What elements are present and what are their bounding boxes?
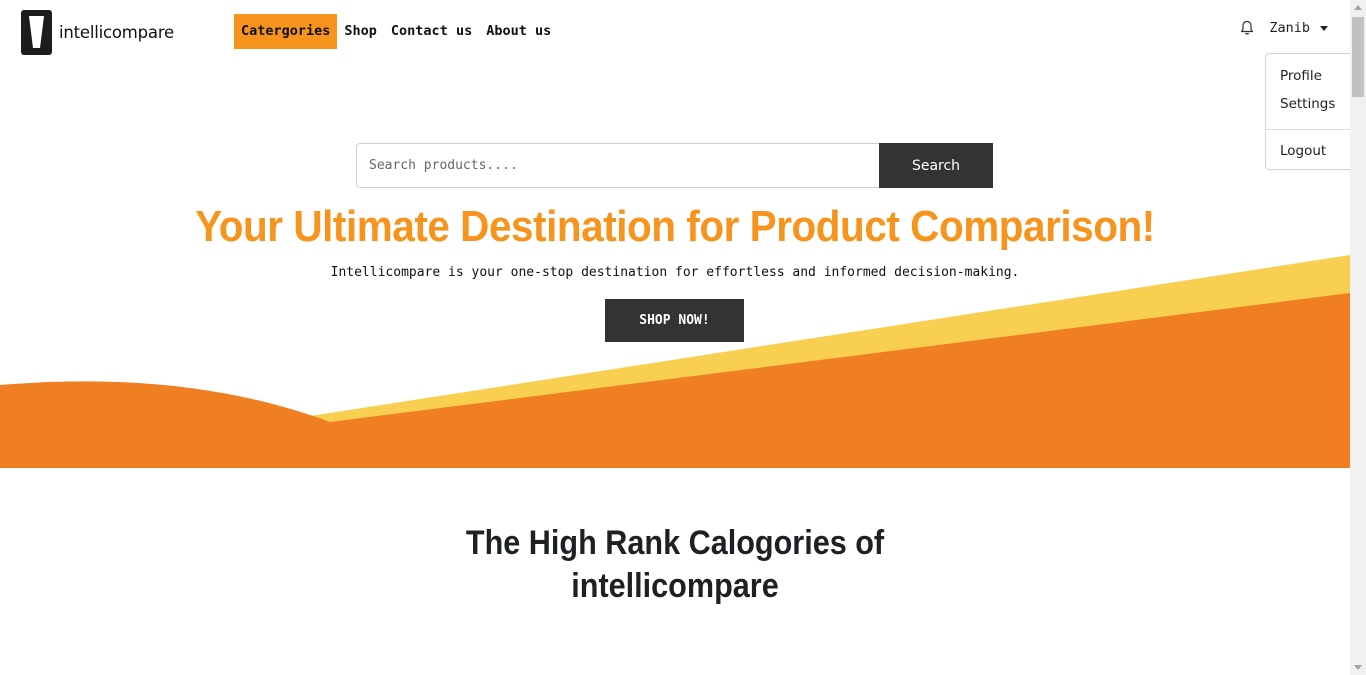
site-header: intellicompare Catergories Shop Contact … — [0, 0, 1350, 62]
nav-item-contact[interactable]: Contact us — [384, 14, 479, 49]
menu-item-logout[interactable]: Logout — [1266, 141, 1354, 169]
menu-item-profile[interactable]: Profile — [1266, 66, 1354, 94]
search-button[interactable]: Search — [879, 143, 993, 188]
hero-subtitle: Intellicompare is your one-stop destinat… — [330, 265, 1020, 280]
nav-item-about[interactable]: About us — [479, 14, 558, 49]
page-scrollbar[interactable] — [1350, 0, 1366, 675]
menu-item-settings[interactable]: Settings — [1266, 94, 1354, 122]
main-nav: Catergories Shop Contact us About us — [234, 14, 558, 49]
scrollbar-thumb[interactable] — [1352, 17, 1364, 97]
nav-item-shop[interactable]: Shop — [337, 14, 384, 49]
shop-now-button[interactable]: SHOP NOW! — [605, 299, 744, 342]
scroll-up-arrow-icon[interactable] — [1354, 5, 1362, 10]
nav-item-categories[interactable]: Catergories — [234, 14, 338, 49]
logo-mark-icon — [21, 10, 52, 55]
brand-logo[interactable]: intellicompare — [21, 10, 174, 55]
search-bar: Search — [356, 143, 993, 188]
scroll-down-arrow-icon[interactable] — [1354, 665, 1362, 670]
user-name[interactable]: Zanib — [1269, 20, 1310, 36]
categories-section-title: The High Rank Calogories of intellicompa… — [68, 522, 1283, 608]
bell-icon[interactable] — [1239, 20, 1255, 36]
brand-name: intellicompare — [59, 23, 175, 42]
caret-down-icon[interactable] — [1320, 25, 1328, 31]
search-input[interactable] — [356, 143, 879, 188]
menu-divider — [1266, 129, 1354, 130]
hero-title: Your Ultimate Destination for Product Co… — [195, 202, 1155, 251]
categories-title-line1: The High Rank Calogories of — [465, 524, 885, 562]
user-dropdown-menu: Profile Settings Logout — [1265, 53, 1355, 170]
categories-title-line2: intellicompare — [571, 567, 779, 605]
user-menu-toggle[interactable]: Zanib — [1239, 20, 1328, 36]
